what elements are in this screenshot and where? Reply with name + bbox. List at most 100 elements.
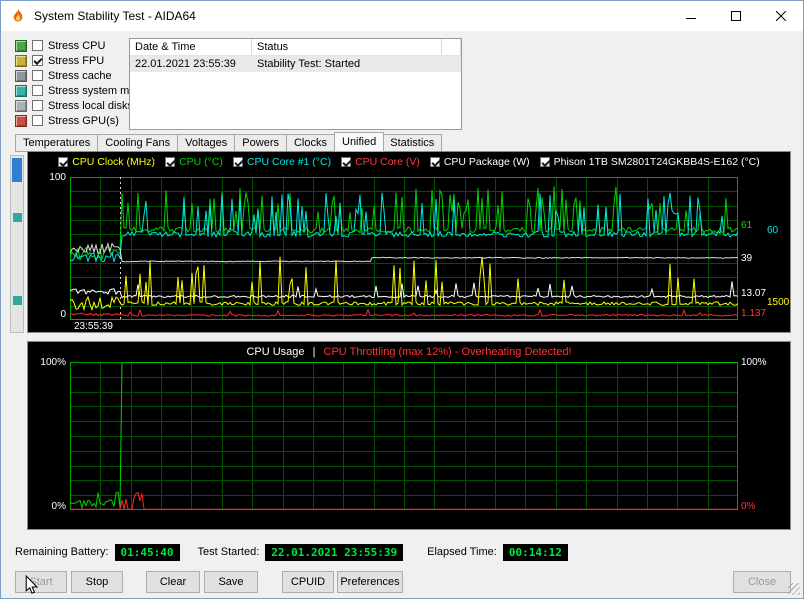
legend-ssd-temp-checkbox[interactable] (539, 157, 550, 167)
stress-gpu-checkbox[interactable] (32, 115, 43, 126)
legend-ssd-temp-label: Phison 1TB SM2801T24GKBB4S-E162 (°C) (553, 156, 760, 168)
slider-tick (13, 296, 22, 305)
usage-y-min-right: 0% (741, 501, 756, 512)
system-stability-test-window: System Stability Test - AIDA64 Stress CP… (0, 0, 804, 599)
elapsed-time-label: Elapsed Time: (427, 546, 497, 558)
x-axis-start-time: 23:55:39 (74, 321, 113, 332)
cache-icon (15, 69, 27, 82)
unified-graph-panel: CPU Clock (MHz) CPU (°C) CPU Core #1 (°C… (27, 151, 791, 333)
legend-cpu-core1-temp-checkbox[interactable] (232, 157, 243, 167)
graph-scale-slider[interactable] (10, 155, 24, 333)
column-header-status[interactable]: Status (252, 39, 442, 55)
usage-y-max-right: 100% (741, 357, 767, 368)
usage-graph-title: CPU Usage | CPU Throttling (max 12%) - O… (28, 346, 790, 358)
status-bar: Remaining Battery: 01:45:40 Test Started… (15, 542, 568, 562)
close-dialog-button[interactable]: Close (733, 571, 791, 593)
legend-cpu-core-voltage-label: CPU Core (V) (355, 156, 420, 168)
column-header-spacer (442, 39, 461, 55)
legend-ssd-temp[interactable]: Phison 1TB SM2801T24GKBB4S-E162 (°C) (539, 156, 760, 168)
legend-cpu-package-power-label: CPU Package (W) (443, 156, 530, 168)
column-header-datetime[interactable]: Date & Time (130, 39, 252, 55)
log-row-datetime: 22.01.2021 23:55:39 (135, 58, 236, 70)
start-button[interactable]: Start (15, 571, 67, 593)
stress-cpu-label: Stress CPU (48, 39, 106, 52)
current-value-cpu-core1-temp: 60 (767, 225, 779, 237)
stress-cache-checkbox[interactable] (32, 70, 43, 81)
elapsed-time-value: 00:14:12 (502, 543, 568, 561)
log-table-header: Date & Time Status (130, 39, 461, 56)
y-axis-min-label: 0 (60, 309, 66, 320)
legend-cpu-clock[interactable]: CPU Clock (MHz) (58, 156, 155, 168)
legend-cpu-temp-label: CPU (°C) (179, 156, 223, 168)
disk-icon (15, 99, 27, 112)
minimize-button[interactable] (668, 1, 713, 31)
log-table-row[interactable]: 22.01.2021 23:55:39 Stability Test: Star… (130, 56, 461, 72)
usage-y-min-left: 0% (51, 501, 66, 512)
log-row-status: Stability Test: Started (257, 58, 361, 70)
titlebar[interactable]: System Stability Test - AIDA64 (1, 1, 803, 31)
tab-unified[interactable]: Unified (334, 132, 385, 152)
legend-cpu-core-voltage-checkbox[interactable] (341, 157, 352, 167)
usage-y-max-left: 100% (40, 357, 66, 368)
legend-cpu-clock-checkbox[interactable] (58, 157, 69, 167)
remaining-battery-label: Remaining Battery: (15, 546, 109, 558)
window-title: System Stability Test - AIDA64 (34, 9, 196, 23)
tab-temperatures[interactable]: Temperatures (15, 134, 99, 152)
stress-fpu-checkbox[interactable] (32, 55, 43, 66)
tab-strip: Temperatures Cooling Fans Voltages Power… (15, 132, 443, 152)
tab-powers[interactable]: Powers (235, 134, 287, 152)
event-log-table: Date & Time Status 22.01.2021 23:55:39 S… (129, 38, 462, 130)
stress-gpu-label: Stress GPU(s) (48, 114, 119, 127)
remaining-battery-value: 01:45:40 (114, 543, 180, 561)
fpu-icon (15, 54, 27, 67)
stress-cpu-checkbox[interactable] (32, 40, 43, 51)
stress-cache-label: Stress cache (48, 69, 112, 82)
cpuid-button[interactable]: CPUID (282, 571, 334, 593)
resize-grip[interactable] (788, 583, 800, 595)
stress-fpu-label: Stress FPU (48, 54, 105, 67)
usage-title-separator: | (312, 346, 316, 358)
usage-title-left: CPU Usage (246, 346, 305, 358)
maximize-button[interactable] (713, 1, 758, 31)
current-value-cpu-core-voltage: 1.137 (741, 308, 767, 320)
stress-disks-checkbox[interactable] (32, 100, 43, 111)
tab-statistics[interactable]: Statistics (383, 134, 443, 152)
current-value-cpu-clock: 1500 (767, 296, 790, 308)
y-axis-max-label: 100 (49, 172, 66, 183)
preferences-button[interactable]: Preferences (337, 571, 403, 593)
current-value-ssd-temp: 39 (741, 252, 753, 264)
tab-voltages[interactable]: Voltages (178, 134, 236, 152)
test-started-value: 22.01.2021 23:55:39 (265, 543, 404, 561)
legend-cpu-package-power[interactable]: CPU Package (W) (429, 156, 530, 168)
window-controls (668, 1, 803, 31)
save-button[interactable]: Save (204, 571, 258, 593)
cpu-usage-graph-panel: CPU Usage | CPU Throttling (max 12%) - O… (27, 341, 791, 530)
test-started-label: Test Started: (197, 546, 260, 558)
graph-legend: CPU Clock (MHz) CPU (°C) CPU Core #1 (°C… (28, 156, 790, 168)
legend-cpu-clock-label: CPU Clock (MHz) (72, 156, 156, 168)
stress-disks-label: Stress local disks (48, 99, 133, 112)
legend-cpu-core1-temp-label: CPU Core #1 (°C) (246, 156, 332, 168)
slider-thumb[interactable] (12, 158, 22, 182)
clear-button[interactable]: Clear (146, 571, 200, 593)
slider-tick (13, 213, 22, 222)
aida64-flame-icon (10, 8, 26, 24)
stop-button[interactable]: Stop (71, 571, 123, 593)
tab-clocks[interactable]: Clocks (286, 134, 335, 152)
gpu-icon (15, 114, 27, 127)
legend-cpu-temp-checkbox[interactable] (165, 157, 176, 167)
cpu-icon (15, 39, 27, 52)
legend-cpu-package-power-checkbox[interactable] (429, 157, 440, 167)
unified-graph (70, 177, 738, 320)
usage-title-throttling: CPU Throttling (max 12%) - Overheating D… (323, 346, 572, 358)
usage-graph (70, 362, 738, 510)
mouse-cursor (25, 575, 38, 594)
tab-cooling-fans[interactable]: Cooling Fans (98, 134, 179, 152)
current-value-cpu-temp: 61 (741, 219, 753, 231)
legend-cpu-core1-temp[interactable]: CPU Core #1 (°C) (232, 156, 332, 168)
memory-icon (15, 84, 27, 97)
legend-cpu-temp[interactable]: CPU (°C) (165, 156, 223, 168)
stress-memory-checkbox[interactable] (32, 85, 43, 96)
close-button[interactable] (758, 1, 803, 31)
legend-cpu-core-voltage[interactable]: CPU Core (V) (341, 156, 420, 168)
